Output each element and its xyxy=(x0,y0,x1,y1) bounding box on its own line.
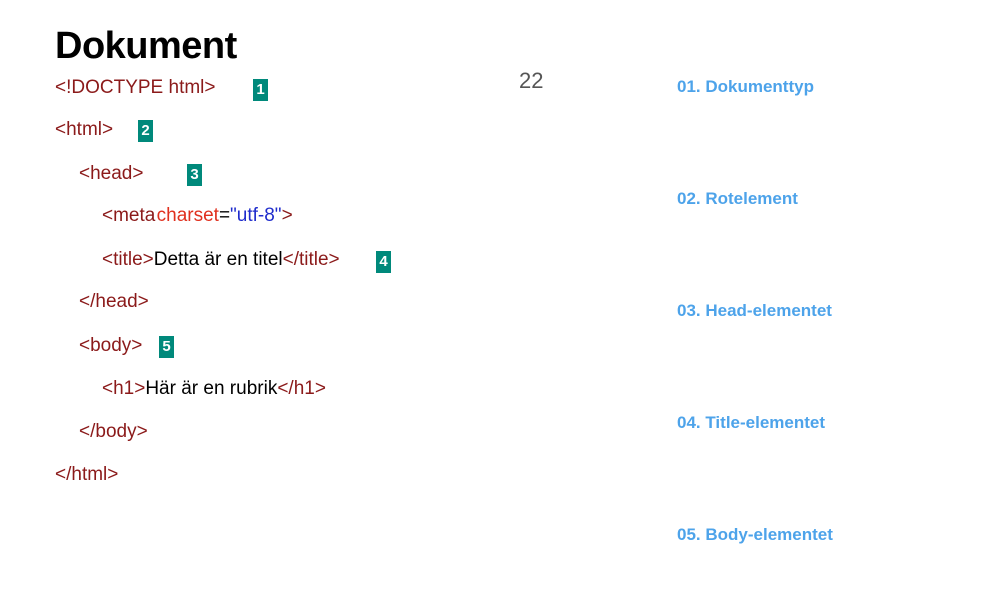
page-number: 22 xyxy=(519,68,544,93)
meta-open-tag: <meta xyxy=(102,205,156,226)
legend-item-root-element: 02. Rotelement xyxy=(677,189,798,208)
code-line-head-close: </head> xyxy=(79,291,149,313)
meta-equals: = xyxy=(218,205,231,226)
badge-3: 3 xyxy=(187,164,202,186)
slide-title: Dokument xyxy=(55,25,237,67)
badge-1: 1 xyxy=(253,79,268,101)
legend-item-title-element: 04. Title-elementet xyxy=(677,413,826,432)
meta-close: > xyxy=(281,205,293,226)
meta-attribute: charset xyxy=(156,205,219,226)
code-line-body-open: <body> xyxy=(79,335,142,357)
code-line-html-close: </html> xyxy=(55,464,118,486)
code-line-head-open: <head> xyxy=(79,163,143,185)
title-close-tag: </title> xyxy=(282,249,340,270)
code-line-meta: <meta charset="utf-8"> xyxy=(102,205,293,227)
h1-open-tag: <h1> xyxy=(102,378,146,399)
html-close-tag: </html> xyxy=(55,464,119,485)
code-line-h1: <h1>Här är en rubrik</h1> xyxy=(102,378,326,400)
title-open-tag: <title> xyxy=(102,249,154,270)
legend-item-body-element: 05. Body-elementet xyxy=(677,525,833,544)
code-line-html-open: <html> xyxy=(55,119,113,141)
head-open-tag: <head> xyxy=(79,163,144,184)
doctype-declaration: <!DOCTYPE html> xyxy=(55,77,216,98)
badge-5: 5 xyxy=(159,336,174,358)
code-line-doctype: <!DOCTYPE html> xyxy=(55,77,216,99)
h1-close-tag: </h1> xyxy=(277,378,326,399)
h1-text: Här är en rubrik xyxy=(145,378,278,399)
html-open-tag: <html> xyxy=(55,119,114,140)
code-line-title: <title>Detta är en titel</title> xyxy=(102,249,340,271)
badge-2: 2 xyxy=(138,120,153,142)
head-close-tag: </head> xyxy=(79,291,149,312)
code-line-body-close: </body> xyxy=(79,421,148,443)
legend-item-head-element: 03. Head-elementet xyxy=(677,301,832,320)
legend-item-doctype: 01. Dokumenttyp xyxy=(677,77,814,96)
body-open-tag: <body> xyxy=(79,335,143,356)
meta-value: "utf-8" xyxy=(230,205,282,226)
badge-4: 4 xyxy=(376,251,391,273)
body-close-tag: </body> xyxy=(79,421,148,442)
title-text: Detta är en titel xyxy=(153,249,283,270)
